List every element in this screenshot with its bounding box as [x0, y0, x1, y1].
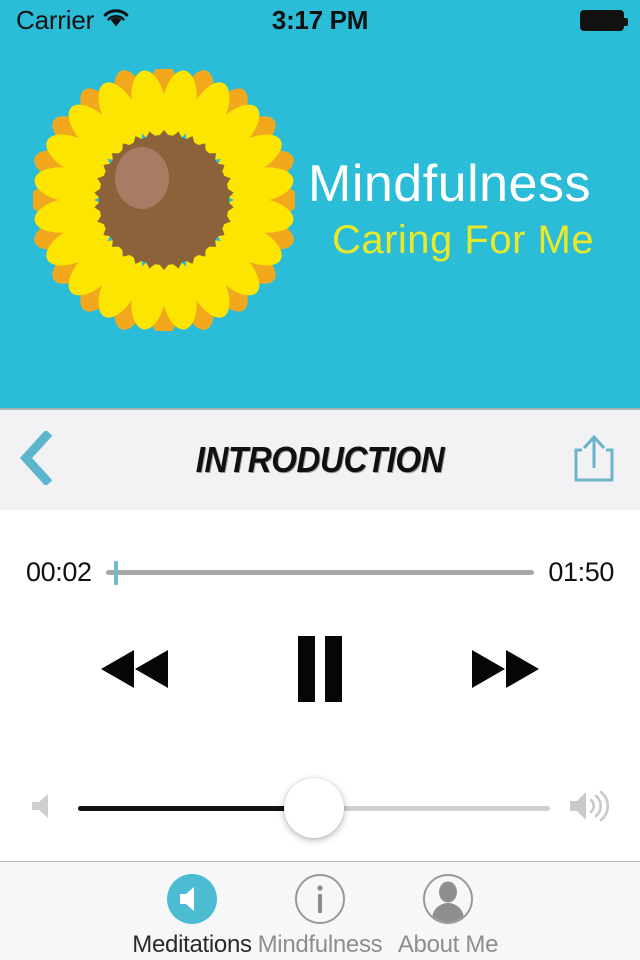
current-time-label: 00:02	[26, 557, 92, 587]
player-panel: 00:02 01:50	[0, 510, 640, 861]
transport-controls	[0, 630, 640, 711]
hero-banner: Mindfulness Caring For Me	[0, 40, 640, 408]
volume-track-fill	[78, 805, 314, 811]
status-bar-right	[580, 9, 628, 31]
volume-low-icon	[28, 790, 60, 827]
carrier-label: Carrier	[16, 5, 95, 35]
nav-bar: INTRODUCTION	[0, 408, 640, 510]
battery-full-icon	[580, 9, 628, 31]
info-circle-icon	[293, 872, 347, 926]
progress-track	[105, 570, 535, 575]
share-icon	[571, 432, 617, 489]
chevron-left-icon	[18, 429, 53, 490]
volume-slider[interactable]	[78, 773, 550, 843]
fast-forward-icon	[468, 643, 544, 698]
speaker-circle-icon	[165, 872, 219, 926]
status-bar-left: Carrier	[16, 7, 130, 33]
fast-forward-button[interactable]	[462, 637, 550, 704]
rewind-button[interactable]	[90, 637, 178, 704]
total-time-label: 01:50	[548, 557, 614, 587]
wifi-icon	[102, 7, 130, 33]
tab-bar: Meditations Mindfulness About Me	[0, 861, 640, 960]
volume-high-icon	[568, 789, 612, 828]
back-button[interactable]	[18, 425, 74, 495]
play-pause-button[interactable]	[288, 630, 352, 711]
person-circle-icon	[421, 872, 475, 926]
tab-label-mindfulness: Mindfulness	[257, 931, 383, 958]
share-button[interactable]	[566, 429, 622, 491]
progress-row: 00:02 01:50	[0, 557, 640, 588]
volume-thumb[interactable]	[284, 778, 344, 838]
volume-row	[0, 773, 640, 843]
progress-slider[interactable]	[105, 560, 535, 586]
tab-label-meditations: Meditations	[132, 931, 252, 958]
sunflower-icon	[28, 64, 300, 336]
logo-subtitle: Caring For Me	[331, 217, 595, 262]
tab-label-about-me: About Me	[397, 931, 499, 958]
logo-title: Mindfulness	[308, 155, 591, 213]
app-root: Carrier 3:17 PM Mindfulness Caring For M…	[0, 0, 640, 960]
tab-mindfulness[interactable]: Mindfulness	[256, 872, 384, 959]
tab-about-me[interactable]: About Me	[384, 872, 512, 959]
status-bar: Carrier 3:17 PM	[0, 0, 640, 40]
page-title: INTRODUCTION	[195, 439, 445, 480]
logo-wordmark: Mindfulness Caring For Me	[308, 157, 618, 262]
pause-icon	[294, 636, 346, 705]
tab-meditations[interactable]: Meditations	[128, 872, 256, 959]
rewind-icon	[96, 643, 172, 698]
progress-thumb[interactable]	[114, 560, 119, 585]
